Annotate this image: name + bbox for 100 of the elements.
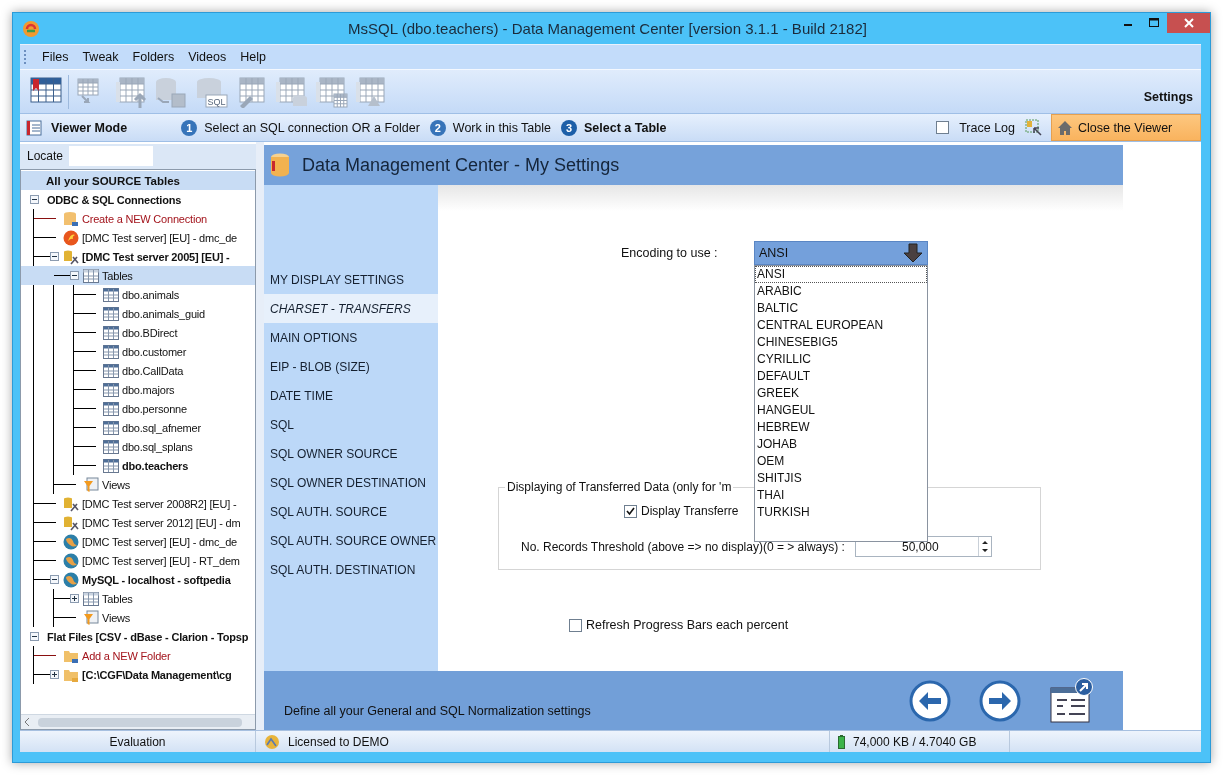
dropdown-option[interactable]: JOHAB — [755, 436, 927, 453]
step-text: Select a Table — [584, 120, 667, 135]
sidebar-item[interactable]: DATE TIME — [264, 381, 438, 410]
dropdown-option[interactable]: HANGEUL — [755, 402, 927, 419]
scroll-thumb[interactable] — [38, 717, 242, 727]
group-title: Displaying of Transferred Data (only for 'm — [506, 480, 733, 494]
tree-item[interactable]: Tables — [102, 592, 133, 605]
sidebar-item[interactable]: SQL OWNER SOURCE — [264, 439, 438, 468]
horizontal-scrollbar[interactable] — [21, 714, 255, 729]
tree-item[interactable]: [DMC Test server] [EU] - dmc_de — [82, 231, 237, 244]
database-save-icon — [154, 75, 188, 108]
menu-item[interactable]: Tweak — [75, 50, 126, 64]
table-icon — [103, 400, 119, 417]
collapse-toggle[interactable] — [69, 271, 79, 280]
sidebar-item[interactable]: CHARSET - TRANSFERS — [264, 294, 438, 323]
tree-item[interactable]: dbo.sql_afnemer — [122, 421, 201, 434]
sidebar-item[interactable]: SQL — [264, 410, 438, 439]
encoding-dropdown[interactable]: ANSI — [754, 241, 928, 265]
table-icon — [103, 362, 119, 379]
dropdown-option[interactable]: ARABIC — [755, 283, 927, 300]
checkbox[interactable] — [569, 618, 582, 632]
dropdown-option[interactable]: CENTRAL EUROPEAN — [755, 317, 927, 334]
collapse-toggle[interactable] — [29, 632, 39, 641]
spin-buttons[interactable] — [977, 537, 991, 556]
dropdown-option[interactable]: GREEK — [755, 385, 927, 402]
tree-item[interactable]: [DMC Test server 2012] [EU] - dm — [82, 516, 241, 529]
menu-item[interactable]: Help — [233, 50, 273, 64]
back-button[interactable] — [909, 679, 951, 722]
tree-item[interactable]: Tables — [102, 269, 133, 282]
tree-item[interactable]: dbo.BDirect — [122, 326, 178, 339]
sidebar-item[interactable]: SQL AUTH. SOURCE — [264, 497, 438, 526]
scroll-left-icon[interactable] — [24, 718, 30, 726]
table-icon — [103, 343, 119, 360]
locate-field[interactable] — [69, 145, 154, 166]
sidebar-item[interactable]: SQL AUTH. SOURCE OWNER — [264, 526, 438, 555]
number-field[interactable]: 50,000 — [854, 536, 992, 557]
collapse-toggle[interactable] — [29, 195, 39, 204]
mode-title: Viewer Mode — [51, 120, 128, 135]
settings-label: Settings — [1143, 89, 1193, 104]
tree-item[interactable]: [C:\CGF\Data Management\cg — [82, 668, 232, 681]
status-text: 74,000 KB / 4.7040 GB — [853, 734, 977, 749]
tree-item[interactable]: dbo.personne — [122, 402, 187, 415]
close-icon — [1183, 18, 1194, 28]
dropdown-option[interactable]: DEFAULT — [755, 368, 927, 385]
dropdown-option[interactable]: SHITJIS — [755, 470, 927, 487]
close-button[interactable] — [1167, 13, 1210, 33]
dropdown-option[interactable]: BALTIC — [755, 300, 927, 317]
globe-icon — [63, 552, 79, 569]
table-stack-icon — [354, 75, 388, 108]
tree-item[interactable]: MySQL - localhost - softpedia — [82, 573, 231, 586]
license-badge-icon — [264, 733, 280, 750]
sidebar-item[interactable]: SQL AUTH. DESTINATION — [264, 555, 438, 584]
sidebar-item[interactable]: MAIN OPTIONS — [264, 323, 438, 352]
tree-item[interactable]: dbo.CallData — [122, 364, 184, 377]
maximize-icon[interactable] — [1149, 18, 1159, 28]
settings-form-button[interactable] — [1049, 677, 1095, 724]
menu-item[interactable]: Folders — [125, 50, 182, 64]
dropdown-option[interactable]: TURKISH — [755, 504, 927, 521]
menu-item[interactable]: Videos — [181, 50, 234, 64]
table-icon — [103, 419, 119, 436]
tree-item[interactable]: [DMC Test server 2005] [EU] - — [82, 250, 230, 263]
tree-item[interactable]: Flat Files [CSV - dBase - Clarion - Topsp — [47, 630, 249, 643]
table-icon — [103, 457, 119, 474]
menu-item[interactable]: Files — [35, 50, 76, 64]
collapse-toggle[interactable] — [49, 575, 59, 584]
checkbox[interactable] — [936, 121, 950, 134]
checkbox[interactable] — [624, 504, 637, 518]
table-icon — [103, 286, 119, 303]
tree-item[interactable]: Views — [102, 478, 131, 491]
tree-item[interactable]: Views — [102, 611, 131, 624]
dropdown-option[interactable]: THAI — [755, 487, 927, 504]
tree-item[interactable]: Add a NEW Folder — [82, 649, 171, 662]
expand-toggle[interactable] — [49, 670, 59, 679]
tree-item[interactable]: dbo.sql_splans — [122, 440, 193, 453]
tree-item[interactable]: dbo.animals — [122, 288, 180, 301]
next-button[interactable] — [979, 679, 1021, 722]
tree-item[interactable]: dbo.majors — [122, 383, 175, 396]
step-number: 2 — [429, 119, 446, 136]
sidebar-item[interactable]: SQL OWNER DESTINATION — [264, 468, 438, 497]
window-title: MsSQL (dbo.teachers) - Data Management Center [version 3.1.1 - Build 2182] — [347, 20, 868, 37]
close-viewer-button[interactable]: Close the Viewer — [1051, 114, 1201, 141]
tree-item[interactable]: dbo.customer — [122, 345, 187, 358]
tree-item[interactable]: ODBC & SQL Connections — [47, 193, 182, 206]
collapse-toggle[interactable] — [49, 252, 59, 261]
dropdown-option[interactable]: HEBREW — [755, 419, 927, 436]
tree-item[interactable]: [DMC Test server 2008R2] [EU] - — [82, 497, 237, 510]
tree-item[interactable]: [DMC Test server] [EU] - dmc_de — [82, 535, 237, 548]
sidebar-item[interactable]: MY DISPLAY SETTINGS — [264, 265, 438, 294]
dropdown-option[interactable]: ANSI — [755, 266, 927, 283]
tree-item[interactable]: dbo.teachers — [122, 459, 189, 472]
dropdown-option[interactable]: CYRILLIC — [755, 351, 927, 368]
tree-item[interactable]: Create a NEW Connection — [82, 212, 207, 225]
dropdown-option[interactable]: CHINESEBIG5 — [755, 334, 927, 351]
dropdown-option[interactable]: OEM — [755, 453, 927, 470]
sidebar-item[interactable]: EIP - BLOB (SIZE) — [264, 352, 438, 381]
table-icon — [103, 324, 119, 341]
field-label: Encoding to use : — [621, 246, 719, 260]
tree-item[interactable]: dbo.animals_guid — [122, 307, 206, 320]
tree-item[interactable]: [DMC Test server] [EU] - RT_dem — [82, 554, 240, 567]
expand-toggle[interactable] — [69, 594, 79, 603]
